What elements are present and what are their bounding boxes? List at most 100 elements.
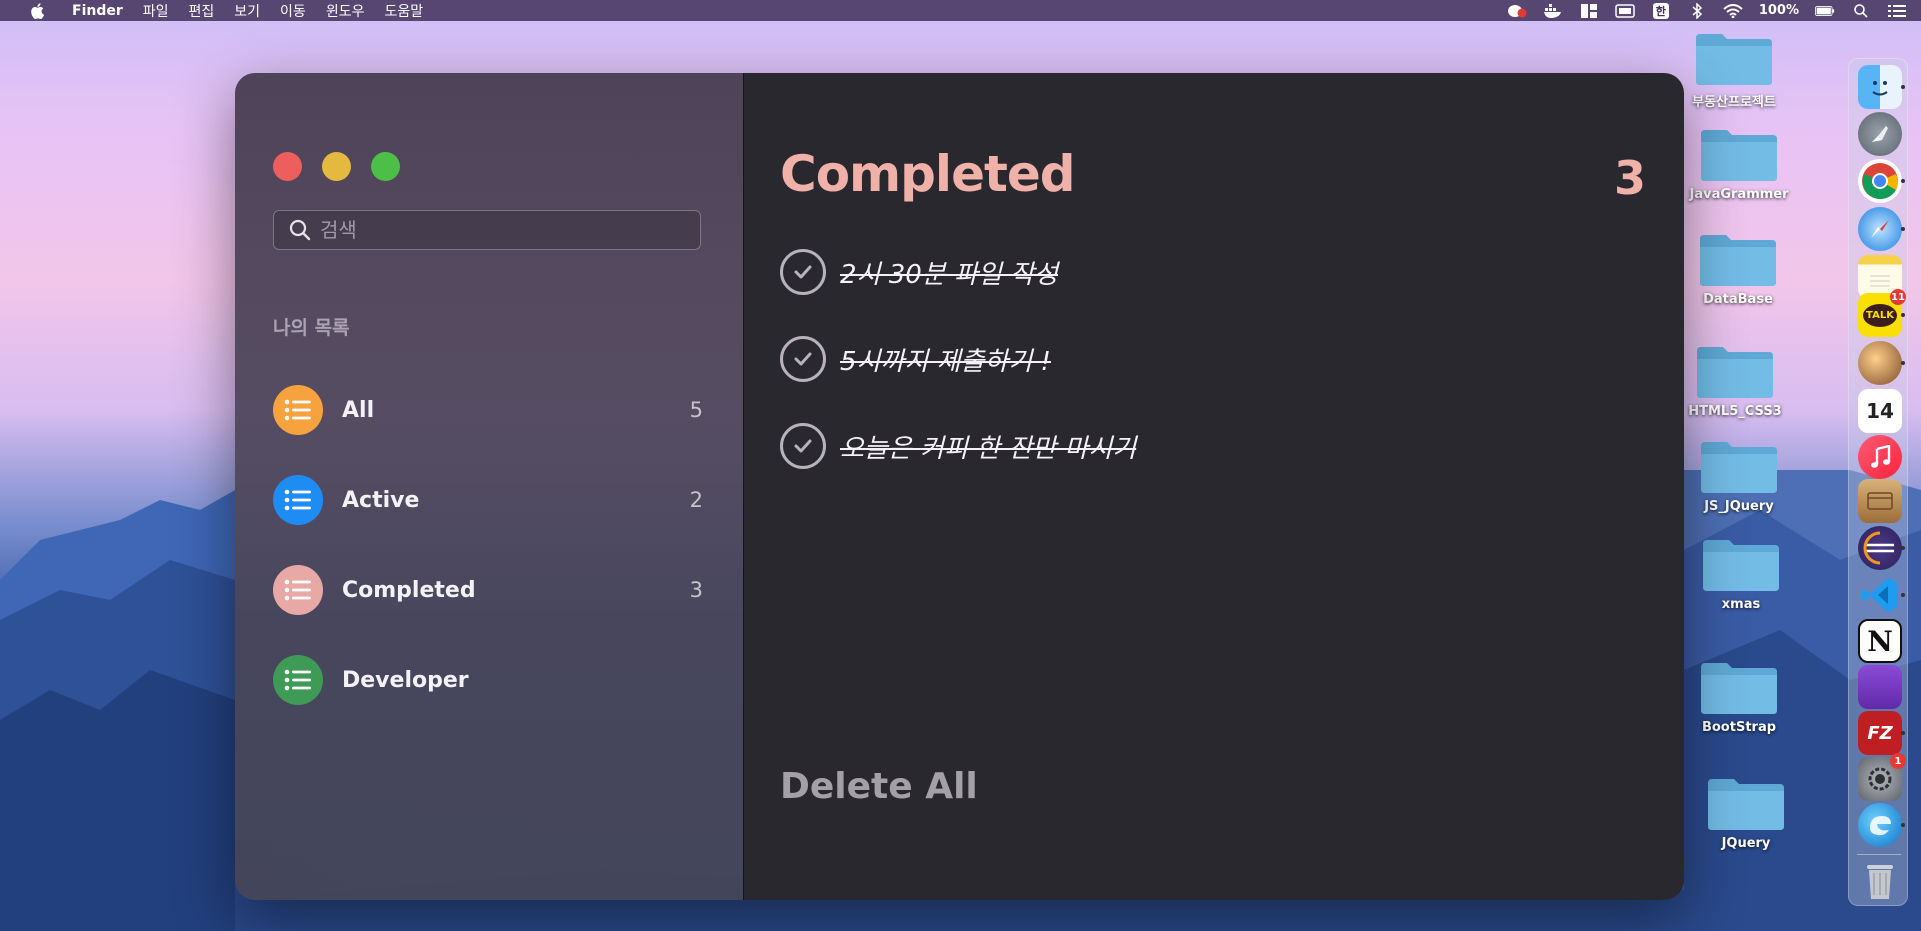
- system-preferences-icon[interactable]: 1: [1858, 753, 1906, 801]
- list-icon: [273, 475, 323, 525]
- page-title: Completed: [780, 145, 1076, 203]
- desktop-folder[interactable]: BootStrap: [1684, 659, 1794, 735]
- notion-icon[interactable]: N: [1858, 619, 1902, 663]
- folder-name: JavaGrammer: [1689, 187, 1789, 202]
- purple-app-icon[interactable]: [1858, 665, 1902, 709]
- dock: TALK 11 14 N FZ 1: [1848, 58, 1908, 906]
- folder-icon: [1708, 779, 1784, 830]
- notification-badge: 1: [1890, 753, 1906, 769]
- folder-name: DataBase: [1703, 292, 1773, 307]
- folder-name: BootStrap: [1701, 720, 1777, 735]
- todo-count: 3: [1613, 151, 1646, 205]
- close-button[interactable]: [273, 152, 302, 181]
- eclipse-icon[interactable]: [1858, 526, 1902, 570]
- notification-badge: 11: [1890, 289, 1906, 305]
- sidebar-item-label: All: [342, 397, 375, 423]
- main-pane: Completed 3 2시 30분 파일 작성 5시까지 제출하기 ! 오늘은…: [744, 73, 1684, 900]
- folder-icon: [1703, 540, 1779, 591]
- todo-text[interactable]: 2시 30분 파일 작성: [840, 254, 1058, 291]
- menu-app-name[interactable]: Finder: [72, 3, 123, 19]
- todo-text[interactable]: 오늘은 커피 한 잔만 마시기: [840, 428, 1136, 465]
- folder-icon: [1701, 663, 1777, 714]
- desktop-folder[interactable]: JavaGrammer: [1684, 126, 1794, 202]
- control-center-icon[interactable]: [1887, 3, 1907, 19]
- desktop-folder[interactable]: xmas: [1686, 536, 1796, 612]
- display-icon[interactable]: [1615, 3, 1635, 19]
- input-source-label: 한: [1652, 2, 1669, 19]
- running-indicator: [1901, 179, 1905, 183]
- sidebar-item-count: 5: [689, 398, 703, 422]
- input-source-icon[interactable]: 한: [1651, 2, 1671, 19]
- folder-name: HTML5_CSS3: [1688, 404, 1782, 419]
- todo-window: 나의 목록 All 5 Active 2 Completed: [235, 73, 1684, 900]
- wifi-icon[interactable]: [1723, 3, 1743, 19]
- folder-name: xmas: [1721, 597, 1761, 612]
- window-controls: [273, 152, 400, 181]
- menu-view[interactable]: 보기: [234, 1, 260, 21]
- menu-help[interactable]: 도움말: [384, 1, 423, 21]
- running-indicator: [1901, 546, 1905, 550]
- folder-icon: [1701, 442, 1777, 493]
- photo-app-icon[interactable]: [1858, 341, 1902, 385]
- kakaotalk-label: TALK: [1863, 303, 1897, 327]
- zoom-button[interactable]: [371, 152, 400, 181]
- docker-icon[interactable]: [1543, 3, 1563, 19]
- launchpad-icon[interactable]: [1858, 112, 1902, 156]
- checkmark-circle-icon[interactable]: [780, 336, 826, 382]
- running-indicator: [1901, 85, 1905, 89]
- menu-go[interactable]: 이동: [280, 1, 306, 21]
- sidebar-item-completed[interactable]: Completed 3: [273, 565, 703, 615]
- search-box: [273, 210, 701, 250]
- menu-file[interactable]: 파일: [143, 1, 169, 21]
- calendar-icon[interactable]: 14: [1858, 389, 1902, 433]
- sidebar-item-count: 3: [689, 578, 703, 602]
- list-nav: All 5 Active 2 Completed 3 Developer: [273, 385, 703, 745]
- apple-icon[interactable]: [26, 2, 48, 19]
- running-indicator: [1901, 731, 1905, 735]
- archive-utility-icon[interactable]: [1858, 479, 1902, 523]
- menu-edit[interactable]: 편집: [189, 1, 215, 21]
- desktop-folder[interactable]: HTML5_CSS3: [1680, 343, 1790, 419]
- calendar-day: 14: [1866, 399, 1894, 423]
- chat-status-icon[interactable]: [1507, 3, 1527, 19]
- list-icon: [273, 565, 323, 615]
- kakaotalk-icon[interactable]: TALK 11: [1858, 289, 1906, 337]
- vscode-icon[interactable]: [1858, 573, 1902, 617]
- filezilla-icon[interactable]: FZ: [1858, 711, 1902, 755]
- sidebar-item-developer[interactable]: Developer: [273, 655, 703, 705]
- menu-window[interactable]: 윈도우: [326, 1, 365, 21]
- checkmark-circle-icon[interactable]: [780, 249, 826, 295]
- list-icon: [273, 655, 323, 705]
- sidebar-item-active[interactable]: Active 2: [273, 475, 703, 525]
- spotlight-search-icon[interactable]: [1851, 3, 1871, 19]
- music-icon[interactable]: [1858, 435, 1902, 479]
- edge-icon[interactable]: [1858, 803, 1902, 847]
- desktop-folder[interactable]: JQuery: [1691, 775, 1801, 851]
- delete-all-button[interactable]: Delete All: [780, 766, 978, 807]
- checkmark-circle-icon[interactable]: [780, 423, 826, 469]
- todo-text[interactable]: 5시까지 제출하기 !: [840, 341, 1051, 378]
- desktop-folder[interactable]: 부동산프로젝트: [1679, 30, 1789, 110]
- battery-percent: 100%: [1758, 3, 1799, 18]
- minimize-button[interactable]: [322, 152, 351, 181]
- sidebar-item-count: 2: [689, 488, 703, 512]
- folder-name: 부동산프로젝트: [1692, 95, 1776, 110]
- chrome-icon[interactable]: [1858, 159, 1902, 203]
- running-indicator: [1901, 823, 1905, 827]
- bluetooth-icon[interactable]: [1687, 2, 1707, 19]
- sidebar: 나의 목록 All 5 Active 2 Completed: [235, 73, 743, 900]
- window-layout-icon[interactable]: [1579, 3, 1599, 19]
- finder-icon[interactable]: [1858, 65, 1902, 109]
- sidebar-item-all[interactable]: All 5: [273, 385, 703, 435]
- trash-icon[interactable]: [1858, 859, 1902, 903]
- search-input[interactable]: [318, 217, 682, 243]
- desktop-folder[interactable]: JS_JQuery: [1684, 438, 1794, 514]
- search-icon: [289, 219, 311, 241]
- battery-icon[interactable]: [1815, 3, 1835, 19]
- section-title: 나의 목록: [273, 317, 350, 339]
- safari-icon[interactable]: [1858, 207, 1902, 251]
- desktop-folder[interactable]: DataBase: [1683, 231, 1793, 307]
- menu-bar: Finder 파일 편집 보기 이동 윈도우 도움말 한 100%: [0, 0, 1921, 21]
- filezilla-label: FZ: [1867, 722, 1893, 744]
- folder-name: JQuery: [1721, 836, 1771, 851]
